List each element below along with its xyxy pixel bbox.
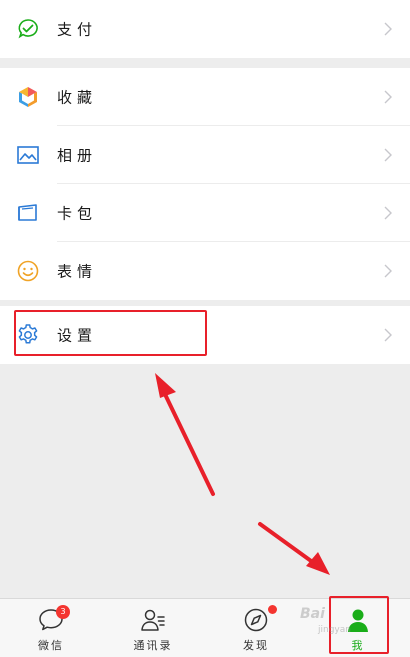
tab-label: 通讯录 xyxy=(133,639,173,652)
annotation-arrow-down xyxy=(258,522,330,575)
annotation-arrow-up xyxy=(155,373,215,496)
unread-badge: 3 xyxy=(56,605,70,619)
tab-discover[interactable]: 发现 xyxy=(205,599,307,657)
baidu-watermark-sub: jingyan xyxy=(318,625,351,635)
baidu-watermark: Bai xyxy=(300,606,325,622)
compass-icon xyxy=(244,608,268,632)
tab-contacts[interactable]: 通讯录 xyxy=(102,599,204,657)
annotation-arrows xyxy=(155,373,330,575)
tab-label: 微信 xyxy=(38,639,64,652)
tab-label: 发现 xyxy=(243,639,269,652)
new-content-dot xyxy=(268,605,277,614)
contacts-icon xyxy=(141,609,165,631)
tab-chats[interactable]: 3 微信 xyxy=(0,599,102,657)
